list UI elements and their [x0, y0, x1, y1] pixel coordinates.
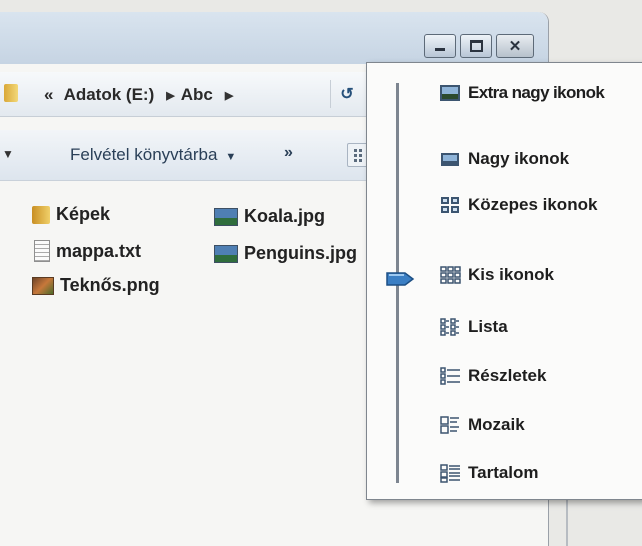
menu-item-label: Mozaik [468, 415, 525, 434]
breadcrumb-separator-icon[interactable]: ▶ [166, 90, 174, 102]
caption-buttons: ✕ [424, 34, 534, 58]
menu-item-label: Közepes ikonok [468, 195, 598, 214]
image-file-icon [214, 244, 238, 263]
large-icons-icon [439, 149, 461, 169]
close-icon: ✕ [508, 37, 522, 55]
file-name: Penguins.jpg [244, 243, 358, 263]
menu-item-label: Részletek [468, 366, 547, 385]
organize-dropdown-arrow-icon[interactable]: ▼ [2, 147, 14, 161]
tiles-icon [439, 415, 461, 435]
medium-icons-icon [439, 195, 461, 215]
content-icon [439, 463, 461, 483]
folder-icon [32, 205, 50, 224]
menu-item-medium-icons[interactable]: Közepes ikonok [439, 195, 597, 215]
close-button[interactable]: ✕ [496, 34, 534, 58]
maximize-icon [469, 40, 483, 52]
view-size-slider-thumb[interactable] [385, 271, 415, 287]
text-file-icon [34, 240, 50, 262]
breadcrumb-separator-icon[interactable]: ▶ [225, 90, 233, 102]
list-item[interactable]: Teknős.png [32, 275, 160, 296]
menu-item-label: Extra nagy ikonok [468, 83, 605, 102]
title-bar[interactable]: ✕ [0, 12, 548, 64]
small-icons-icon [439, 265, 461, 285]
file-name: Koala.jpg [244, 206, 326, 226]
breadcrumb-item-folder[interactable]: Abc [181, 85, 213, 104]
image-file-icon [32, 276, 54, 295]
file-name: Teknős.png [60, 275, 160, 295]
refresh-button[interactable]: ↺ [330, 80, 363, 108]
menu-item-details[interactable]: Részletek [439, 366, 546, 386]
list-item[interactable]: Koala.jpg [214, 206, 325, 227]
details-icon [439, 366, 461, 386]
menu-item-label: Lista [468, 317, 508, 336]
chevron-down-icon: ▼ [225, 151, 237, 163]
breadcrumb-item-drive[interactable]: Adatok (E:) [64, 85, 155, 104]
menu-item-label: Tartalom [468, 463, 539, 482]
list-item[interactable]: Penguins.jpg [214, 243, 357, 264]
menu-item-tiles[interactable]: Mozaik [439, 415, 525, 435]
maximize-button[interactable] [460, 34, 492, 58]
more-commands-button[interactable]: » [284, 144, 293, 162]
breadcrumb-overflow[interactable]: « [44, 85, 53, 104]
menu-item-extra-large-icons[interactable]: Extra nagy ikonok [439, 83, 605, 103]
file-name: Képek [56, 204, 111, 224]
menu-item-content[interactable]: Tartalom [439, 463, 539, 483]
list-icon [439, 317, 461, 337]
list-item[interactable]: Képek [32, 204, 110, 225]
menu-item-list[interactable]: Lista [439, 317, 508, 337]
minimize-button[interactable] [424, 34, 456, 58]
image-file-icon [214, 207, 238, 226]
menu-item-label: Kis ikonok [468, 265, 554, 284]
view-menu: Extra nagy ikonok Nagy ikonok Közepes ik… [366, 62, 642, 500]
extra-large-icons-icon [439, 83, 461, 103]
minimize-icon [435, 48, 445, 51]
file-name: mappa.txt [56, 240, 142, 261]
list-item[interactable]: mappa.txt [34, 240, 141, 262]
include-in-library-label: Felvétel könyvtárba [70, 145, 218, 164]
menu-item-label: Nagy ikonok [468, 149, 570, 168]
menu-item-small-icons[interactable]: Kis ikonok [439, 265, 554, 285]
refresh-icon: ↺ [340, 86, 354, 103]
window-edge [566, 500, 568, 546]
menu-item-large-icons[interactable]: Nagy ikonok [439, 149, 569, 169]
include-in-library-button[interactable]: Felvétel könyvtárba ▼ [70, 145, 236, 165]
breadcrumb: « Adatok (E:) ▶ Abc ▶ [44, 85, 239, 105]
folder-icon [4, 84, 18, 102]
